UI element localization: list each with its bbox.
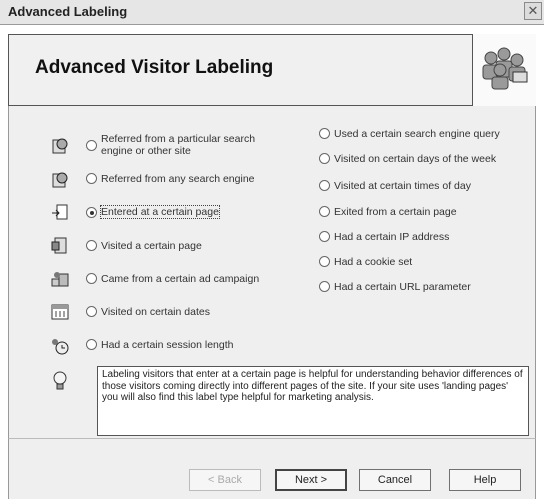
option-label: Exited from a certain page: [334, 206, 457, 218]
radio-exited-page[interactable]: [319, 206, 330, 217]
title-bar: Advanced Labeling ✕: [0, 0, 544, 25]
option-label: Came from a certain ad campaign: [101, 273, 260, 285]
option-label: Visited on certain dates: [101, 306, 210, 318]
radio-visited-page[interactable]: [86, 240, 97, 251]
campaign-icon: [51, 272, 69, 287]
radio-url-parameter[interactable]: [319, 281, 330, 292]
option-label: Had a cookie set: [334, 256, 413, 268]
globe-icon: [52, 138, 68, 154]
radio-search-query[interactable]: [319, 128, 330, 139]
timer-icon: [52, 339, 69, 355]
page-visit-icon: [51, 237, 67, 254]
header-banner: Advanced Visitor Labeling: [8, 34, 536, 106]
option-label: Referred from any search engine: [101, 173, 255, 185]
description-text: Labeling visitors that enter at a certai…: [97, 366, 529, 436]
close-icon: ✕: [527, 3, 539, 18]
radio-session-length[interactable]: [86, 339, 97, 350]
option-label: Had a certain URL parameter: [334, 281, 471, 293]
option-label: Visited at certain times of day: [334, 180, 471, 192]
lightbulb-icon: [53, 371, 67, 390]
option-label: Used a certain search engine query: [334, 128, 500, 140]
radio-visited-dates[interactable]: [86, 306, 97, 317]
window-title: Advanced Labeling: [8, 4, 128, 19]
option-label: Visited a certain page: [101, 240, 202, 252]
radio-times-of-day[interactable]: [319, 180, 330, 191]
page-enter-icon: [52, 204, 68, 220]
radio-referred-particular[interactable]: [86, 140, 97, 151]
option-label: Entered at a certain page: [100, 205, 220, 219]
option-label: Visited on certain days of the week: [334, 153, 497, 165]
radio-ad-campaign[interactable]: [86, 273, 97, 284]
button-bar: < Back Next > Cancel Help: [8, 438, 536, 499]
globe-icon: [52, 172, 68, 188]
option-label: Had a certain IP address: [334, 231, 450, 243]
radio-ip-address[interactable]: [319, 231, 330, 242]
page-title: Advanced Visitor Labeling: [35, 57, 274, 78]
cancel-button[interactable]: Cancel: [359, 469, 431, 491]
visitors-icon: [472, 34, 536, 106]
back-button[interactable]: < Back: [189, 469, 261, 491]
radio-cookie-set[interactable]: [319, 256, 330, 267]
next-button[interactable]: Next >: [275, 469, 347, 491]
option-label: Had a certain session length: [101, 339, 234, 351]
calendar-icon: [51, 304, 69, 320]
radio-entered-page[interactable]: [86, 207, 97, 218]
close-button[interactable]: ✕: [524, 2, 542, 20]
help-button[interactable]: Help: [449, 469, 521, 491]
radio-days-of-week[interactable]: [319, 153, 330, 164]
options-panel: Referred from a particular search engine…: [8, 106, 536, 438]
option-label: Referred from a particular search engine…: [101, 133, 256, 157]
radio-referred-any-search[interactable]: [86, 173, 97, 184]
